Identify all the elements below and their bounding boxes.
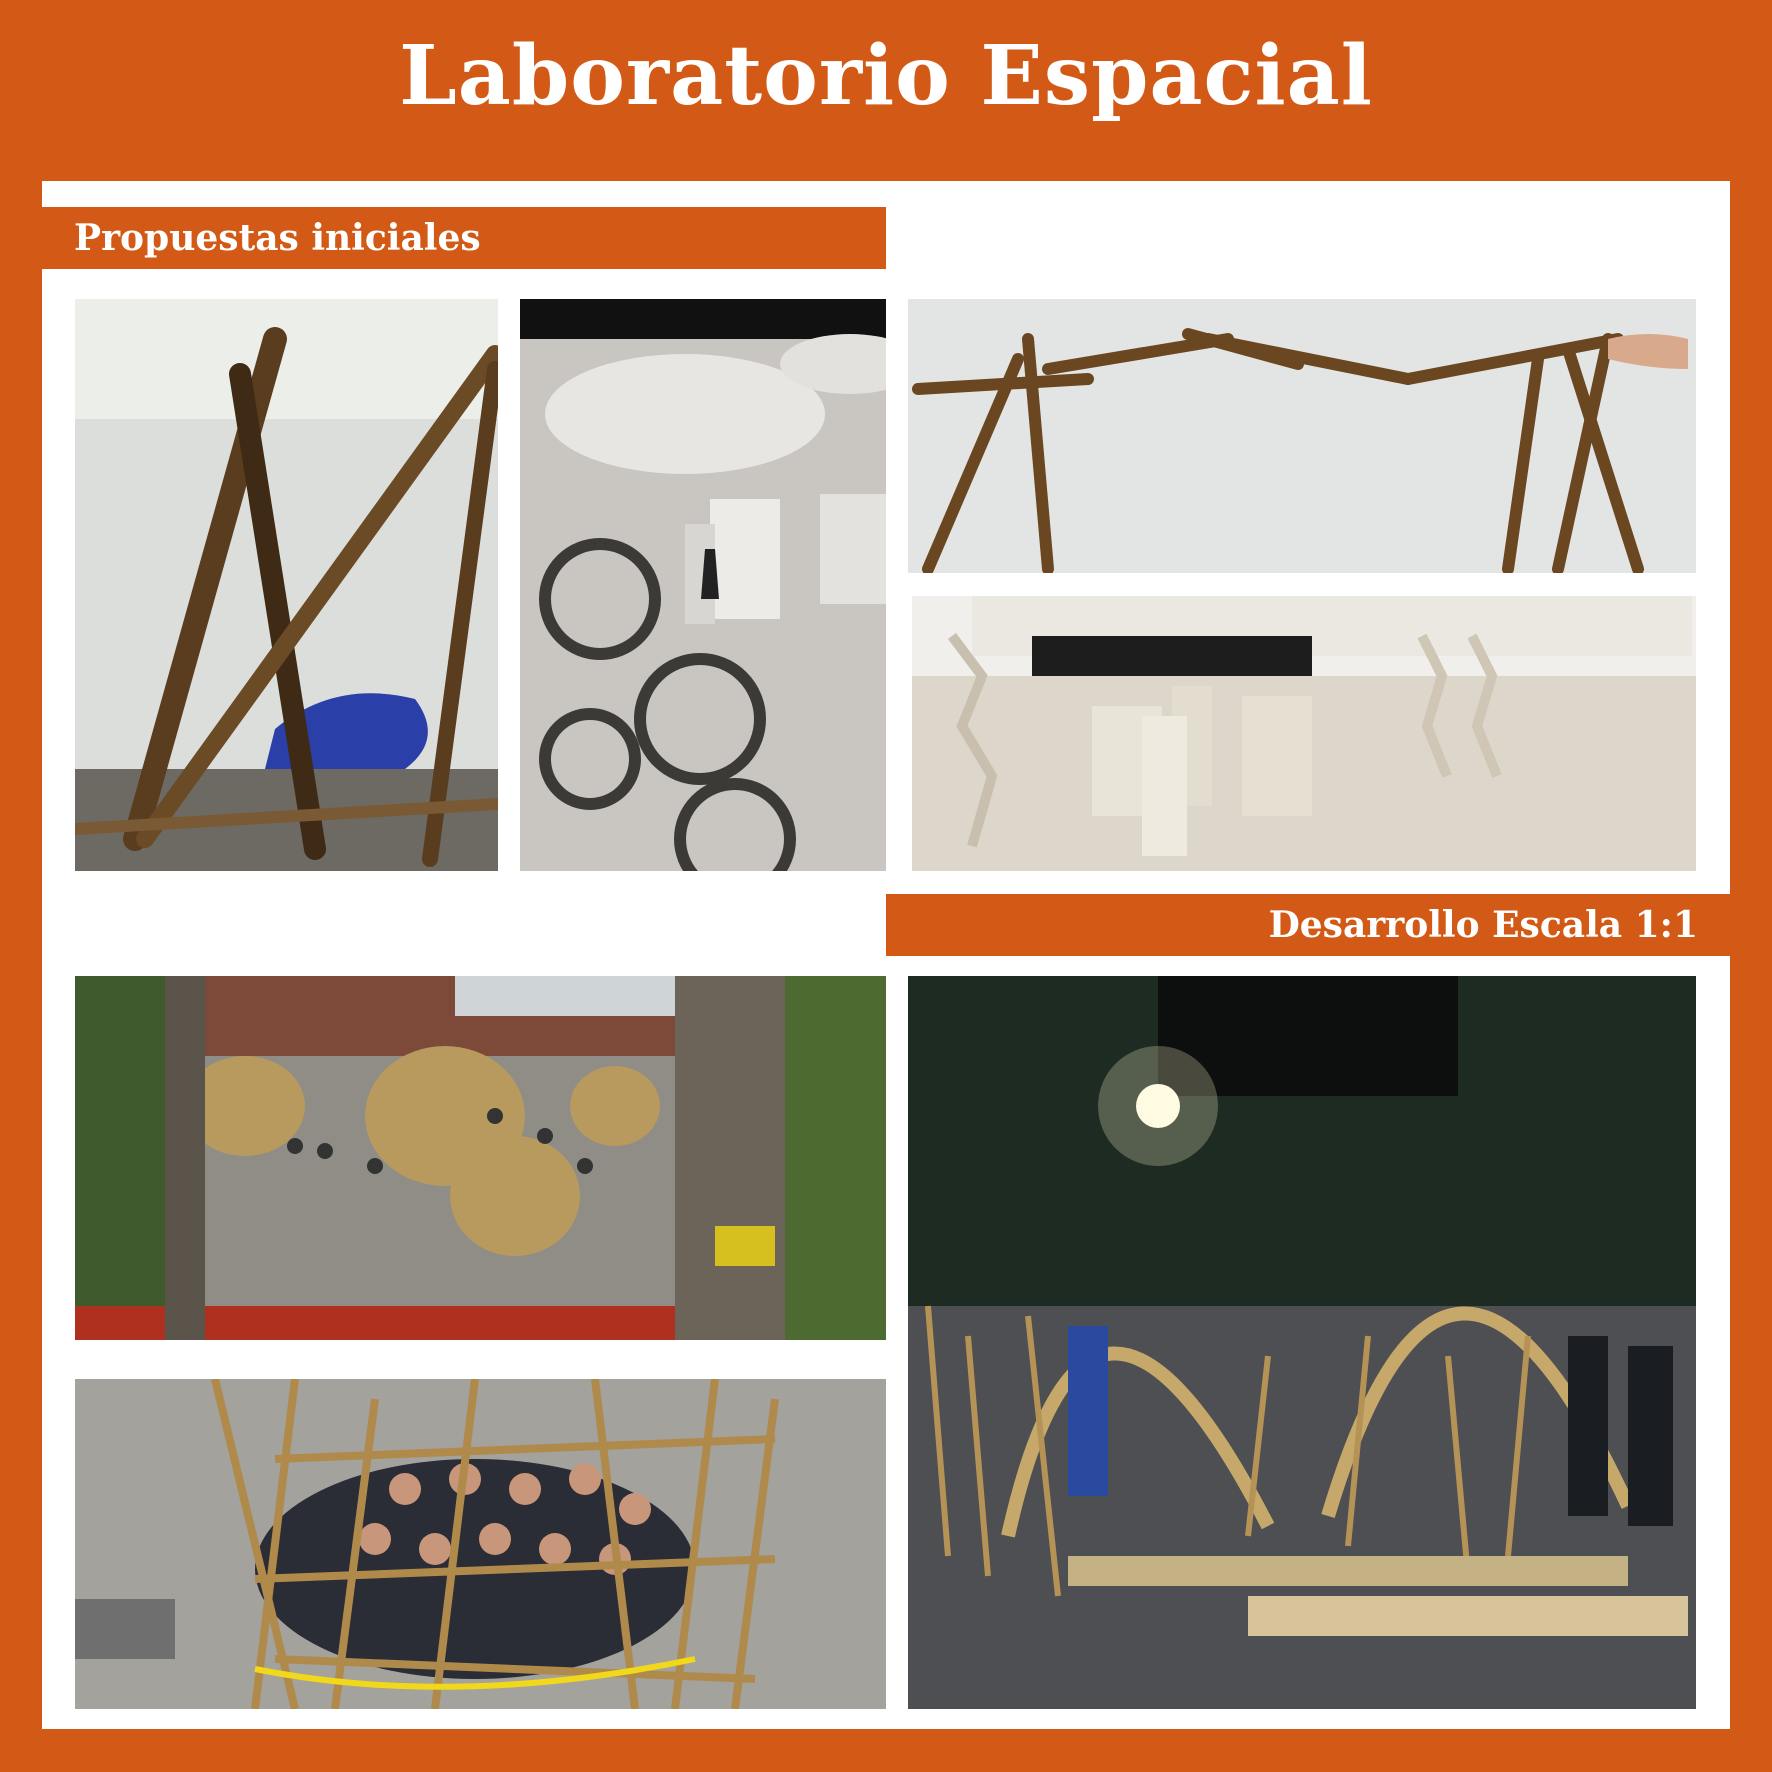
section-heading-development-label: Desarrollo Escala 1:1 xyxy=(1268,904,1698,946)
photo-bamboo-tripod xyxy=(75,299,498,871)
photo-bamboo-arch-model xyxy=(908,299,1696,573)
photo-students-in-structure xyxy=(75,1379,886,1709)
section-heading-initial: Propuestas iniciales xyxy=(42,207,886,269)
photo-night-arches xyxy=(908,976,1696,1709)
page-title: Laboratorio Espacial xyxy=(399,28,1373,124)
poster: Laboratorio Espacial Propuestas iniciale… xyxy=(0,0,1772,1772)
photo-folded-columns-model xyxy=(912,596,1696,871)
section-heading-development: Desarrollo Escala 1:1 xyxy=(886,894,1730,956)
section-heading-initial-label: Propuestas iniciales xyxy=(74,217,481,259)
photo-courtyard-construction xyxy=(75,976,886,1340)
photo-white-model-shadows xyxy=(520,299,886,871)
